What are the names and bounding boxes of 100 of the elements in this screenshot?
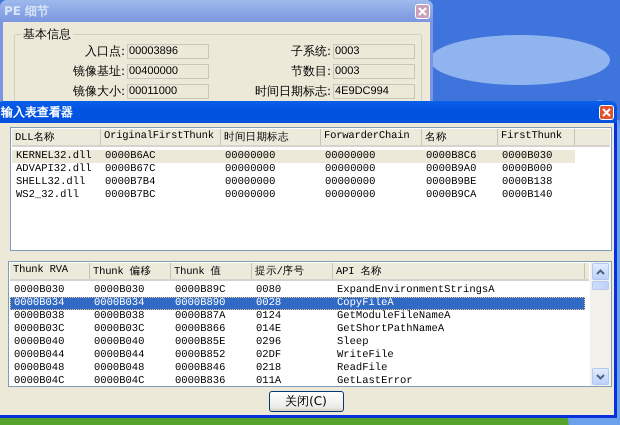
scrollbar-thumb[interactable] (592, 281, 609, 290)
table-cell-text: 0000B138 (501, 176, 554, 189)
table-cell-text: 0000B9A0 (425, 163, 478, 176)
table-cell-text: 00000000 (324, 163, 376, 176)
table-cell-text: 0000B866 (174, 323, 226, 336)
table-cell-text: 0000B03C (13, 323, 66, 336)
table-cell-text: WriteFile (336, 349, 395, 362)
table-cell-text: KERNEL32.dll (15, 150, 93, 163)
column-header[interactable]: DLL名称 (12, 129, 101, 145)
table-cell-text: ExpandEnvironmentStringsA (336, 284, 496, 297)
selected-row[interactable]: KERNEL32.dll 0000B6AC 00000000 00000000 0000B8C6 0000B030 (12, 150, 575, 163)
value-field[interactable]: 00003896 (127, 44, 209, 59)
table-cell-text: 00000000 (324, 150, 376, 163)
value-field[interactable]: 4E9DC994 (333, 84, 415, 99)
table-cell-text: 0000B7BC (104, 189, 156, 202)
selected-row[interactable]: 0000B034 0000B034 0000B890 0028 CopyFileA (10, 297, 585, 310)
column-header[interactable]: Thunk 偏移 (90, 263, 171, 279)
table-cell-text: 0000B890 (174, 297, 226, 310)
close-button[interactable] (599, 104, 614, 120)
value-field[interactable]: 00400000 (127, 64, 209, 79)
table-cell-text: 0080 (255, 284, 282, 297)
table-cell-text: 0000B9BE (425, 176, 478, 189)
table-cell-text: 0000B04C (93, 375, 146, 386)
table-cell-text: 0000B030 (501, 150, 554, 163)
table-cell-text: 0000B048 (13, 362, 66, 375)
table-cell-text: 0000B048 (93, 362, 146, 375)
table-cell-text: 0124 (255, 310, 282, 323)
table-cell-text: 0000B034 (13, 297, 66, 310)
table-cell-text: 0000B04C (13, 375, 66, 386)
table-cell-text: 0000B000 (501, 163, 554, 176)
field-label: 子系统: (290, 43, 331, 60)
scroll-down-button[interactable] (592, 368, 609, 385)
table-cell-text: 0000B038 (93, 310, 146, 323)
table-cell-text: 0000B87A (174, 310, 226, 323)
table-cell-text: 0000B03C (93, 323, 146, 336)
table-cell-text: GetShortPathNameA (336, 323, 446, 336)
table-cell-text: 00000000 (224, 150, 276, 163)
value-field[interactable]: 00011000 (127, 84, 209, 99)
value-field[interactable]: 0003 (333, 44, 415, 59)
column-header[interactable]: Thunk 值 (171, 263, 252, 279)
table-cell-text: 00000000 (224, 189, 276, 202)
table-cell-text: 0218 (255, 362, 282, 375)
table-cell-text: 0000B846 (174, 362, 226, 375)
table-cell-text: 00000000 (324, 189, 376, 202)
column-header[interactable]: ForwarderChain (321, 129, 422, 145)
table-cell-text: 0000B7B4 (104, 176, 156, 189)
table-cell-text: 0000B038 (13, 310, 66, 323)
table-cell-text: 0000B89C (174, 284, 226, 297)
table-cell-text: 00000000 (224, 176, 276, 189)
table-cell-text: 0028 (255, 297, 282, 310)
chevron-up-icon (596, 268, 605, 274)
column-header[interactable]: 名称 (422, 129, 498, 145)
column-header[interactable]: OriginalFirstThunk (101, 129, 221, 145)
table-cell-text: ADVAPI32.dll (15, 163, 93, 176)
table-cell-text: 0000B044 (93, 349, 146, 362)
field-label: 入口点: (84, 43, 125, 60)
column-header[interactable]: FirstThunk (498, 129, 575, 145)
field-label: 节数目: (290, 63, 331, 80)
scroll-up-button[interactable] (592, 263, 609, 280)
field-label: 镜像大小: (72, 83, 125, 100)
column-header[interactable]: API 名称 (333, 263, 585, 279)
group-title: 基本信息 (21, 26, 73, 43)
column-header[interactable]: Thunk RVA (10, 263, 90, 279)
column-header[interactable]: 提示/序号 (252, 263, 333, 279)
table-cell-text: 0000B044 (13, 349, 66, 362)
table-cell-text: Sleep (336, 336, 370, 349)
table-cell-text: 014E (255, 323, 282, 336)
window-title: PE 细节 (4, 2, 50, 20)
table-cell-text: 0000B034 (93, 297, 146, 310)
table-cell-text: 0000B852 (174, 349, 226, 362)
table-cell-text: 00000000 (324, 176, 376, 189)
table-cell-text: 0000B140 (501, 189, 554, 202)
table-cell-text: ReadFile (336, 362, 388, 375)
close-button[interactable]: 关闭(C) (268, 391, 344, 412)
window-title: 输入表查看器 (1, 104, 73, 120)
field-label: 镜像基址: (72, 63, 125, 80)
table-cell-text: WS2_32.dll (15, 189, 80, 202)
table-cell-text: 0000B85E (174, 336, 226, 349)
table-cell-text: 0000B9CA (425, 189, 478, 202)
table-cell-text: CopyFileA (336, 297, 395, 310)
table-cell-text: 0000B67C (104, 163, 156, 176)
table-cell-text: SHELL32.dll (15, 176, 86, 189)
value-field[interactable]: 0003 (333, 64, 415, 79)
table-cell-text: 0000B8C6 (425, 150, 478, 163)
table-cell-text: 0000B040 (13, 336, 66, 349)
table-cell-text: 00000000 (224, 163, 276, 176)
close-icon (602, 108, 611, 116)
chevron-down-icon (596, 374, 605, 380)
table-cell-text: 02DF (255, 349, 282, 362)
field-label: 时间日期标志: (254, 83, 331, 100)
table-cell-text: 0000B030 (93, 284, 146, 297)
table-cell-text: 0000B040 (93, 336, 146, 349)
close-icon (418, 6, 427, 16)
table-cell-text: 0000B836 (174, 375, 226, 386)
table-cell-text: 0000B030 (13, 284, 66, 297)
column-header[interactable]: 时间日期标志 (221, 129, 321, 145)
table-cell-text: 0000B6AC (104, 150, 156, 163)
table-cell-text: 0296 (255, 336, 282, 349)
table-cell-text: 011A (255, 375, 282, 386)
table-cell-text: GetModuleFileNameA (336, 310, 452, 323)
